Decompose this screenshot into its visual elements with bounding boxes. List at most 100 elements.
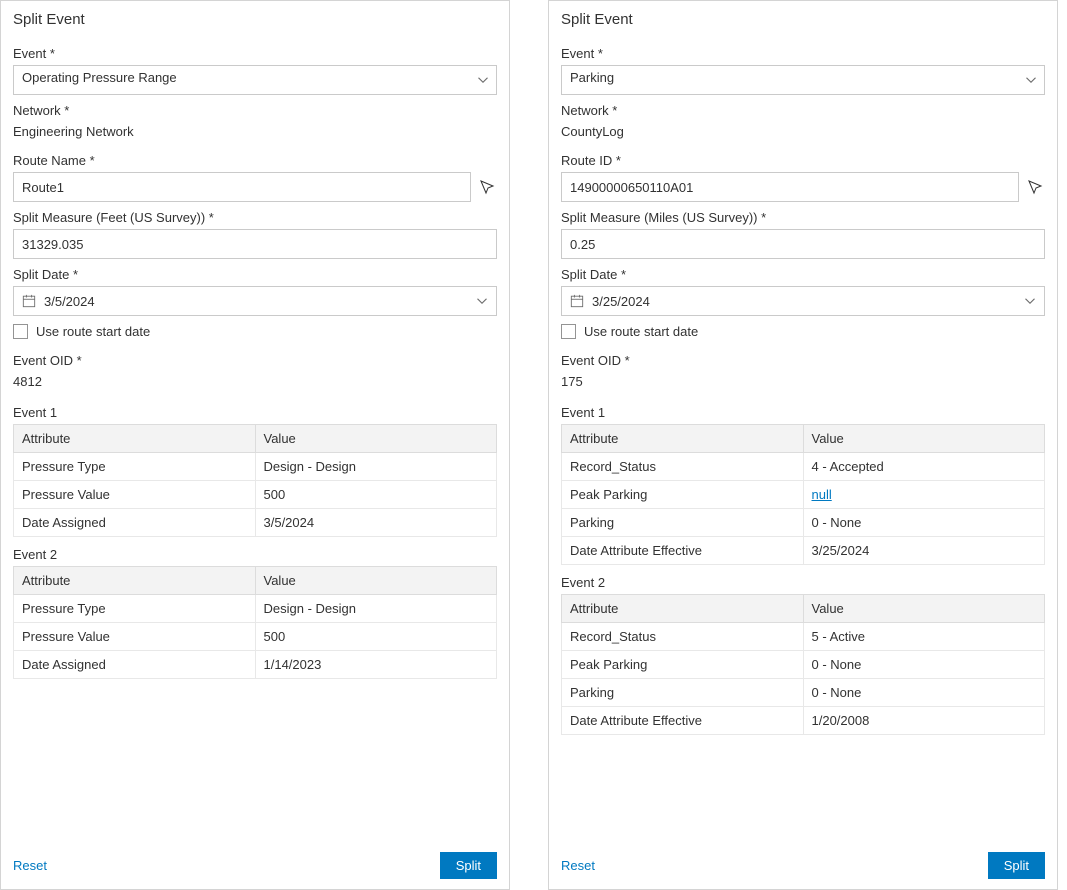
event-select[interactable]: Operating Pressure Range xyxy=(13,65,497,95)
network-value: Engineering Network xyxy=(13,124,497,139)
attribute-header: Attribute xyxy=(14,567,256,595)
route-id-label: Route ID * xyxy=(561,153,1045,168)
attribute-cell: Date Assigned xyxy=(14,509,256,537)
use-route-start-checkbox[interactable] xyxy=(13,324,28,339)
event1-header: Event 1 xyxy=(561,405,1045,420)
value-cell[interactable]: 0 - None xyxy=(803,679,1045,707)
table-row[interactable]: Date Assigned3/5/2024 xyxy=(14,509,497,537)
attribute-cell: Pressure Type xyxy=(14,595,256,623)
value-cell[interactable]: 1/14/2023 xyxy=(255,651,497,679)
attribute-cell: Record_Status xyxy=(562,623,804,651)
value-cell[interactable]: 0 - None xyxy=(803,509,1045,537)
split-event-panel-left: Split Event Event * Operating Pressure R… xyxy=(0,0,510,890)
calendar-icon xyxy=(568,292,586,310)
value-cell[interactable]: null xyxy=(803,481,1045,509)
split-measure-input[interactable] xyxy=(13,229,497,259)
event2-header: Event 2 xyxy=(13,547,497,562)
attribute-cell: Peak Parking xyxy=(562,481,804,509)
event-label: Event * xyxy=(13,46,497,61)
event-oid-value: 175 xyxy=(561,374,1045,389)
event-select-value[interactable]: Parking xyxy=(561,65,1045,95)
value-cell[interactable]: 500 xyxy=(255,481,497,509)
attribute-cell: Pressure Type xyxy=(14,453,256,481)
attribute-header: Attribute xyxy=(14,425,256,453)
select-route-tool-icon[interactable] xyxy=(477,177,497,197)
network-label: Network * xyxy=(561,103,1045,118)
split-button[interactable]: Split xyxy=(988,852,1045,879)
event1-table: Attribute Value Record_Status4 - Accepte… xyxy=(561,424,1045,565)
attribute-cell: Pressure Value xyxy=(14,623,256,651)
table-row[interactable]: Record_Status5 - Active xyxy=(562,623,1045,651)
event2-table: Attribute Value Record_Status5 - ActiveP… xyxy=(561,594,1045,735)
event1-table: Attribute Value Pressure TypeDesign - De… xyxy=(13,424,497,537)
split-date-input[interactable]: 3/5/2024 xyxy=(13,286,497,316)
table-row[interactable]: Parking0 - None xyxy=(562,679,1045,707)
split-measure-label: Split Measure (Miles (US Survey)) * xyxy=(561,210,1045,225)
split-date-label: Split Date * xyxy=(561,267,1045,282)
table-row[interactable]: Pressure Value500 xyxy=(14,623,497,651)
table-row[interactable]: Pressure Value500 xyxy=(14,481,497,509)
select-route-tool-icon[interactable] xyxy=(1025,177,1045,197)
value-header: Value xyxy=(803,425,1045,453)
split-date-input[interactable]: 3/25/2024 xyxy=(561,286,1045,316)
value-header: Value xyxy=(255,567,497,595)
value-cell[interactable]: 500 xyxy=(255,623,497,651)
value-header: Value xyxy=(803,595,1045,623)
value-header: Value xyxy=(255,425,497,453)
table-row[interactable]: Parking0 - None xyxy=(562,509,1045,537)
attribute-cell: Date Attribute Effective xyxy=(562,707,804,735)
table-row[interactable]: Pressure TypeDesign - Design xyxy=(14,595,497,623)
use-route-start-label: Use route start date xyxy=(36,324,150,339)
split-date-value: 3/25/2024 xyxy=(592,294,1014,309)
calendar-icon xyxy=(20,292,38,310)
null-value-link[interactable]: null xyxy=(812,487,832,502)
attribute-cell: Pressure Value xyxy=(14,481,256,509)
event-select-value[interactable]: Operating Pressure Range xyxy=(13,65,497,95)
split-event-panel-right: Split Event Event * Parking Network * Co… xyxy=(548,0,1058,890)
panel-title: Split Event xyxy=(561,11,1045,28)
split-date-label: Split Date * xyxy=(13,267,497,282)
value-cell[interactable]: 3/25/2024 xyxy=(803,537,1045,565)
chevron-down-icon xyxy=(1024,295,1036,307)
chevron-down-icon xyxy=(476,295,488,307)
reset-button[interactable]: Reset xyxy=(13,858,47,873)
event-label: Event * xyxy=(561,46,1045,61)
value-cell[interactable]: Design - Design xyxy=(255,595,497,623)
value-cell[interactable]: 3/5/2024 xyxy=(255,509,497,537)
value-cell[interactable]: 1/20/2008 xyxy=(803,707,1045,735)
attribute-cell: Peak Parking xyxy=(562,651,804,679)
route-name-label: Route Name * xyxy=(13,153,497,168)
table-row[interactable]: Date Assigned1/14/2023 xyxy=(14,651,497,679)
use-route-start-checkbox[interactable] xyxy=(561,324,576,339)
split-measure-input[interactable] xyxy=(561,229,1045,259)
table-row[interactable]: Peak Parking0 - None xyxy=(562,651,1045,679)
event-oid-label: Event OID * xyxy=(561,353,1045,368)
value-cell[interactable]: Design - Design xyxy=(255,453,497,481)
attribute-header: Attribute xyxy=(562,425,804,453)
table-row[interactable]: Record_Status4 - Accepted xyxy=(562,453,1045,481)
attribute-cell: Date Assigned xyxy=(14,651,256,679)
route-id-input[interactable] xyxy=(561,172,1019,202)
attribute-cell: Date Attribute Effective xyxy=(562,537,804,565)
split-date-value: 3/5/2024 xyxy=(44,294,466,309)
attribute-cell: Parking xyxy=(562,509,804,537)
panel-title: Split Event xyxy=(13,11,497,28)
value-cell[interactable]: 0 - None xyxy=(803,651,1045,679)
event-oid-label: Event OID * xyxy=(13,353,497,368)
value-cell[interactable]: 5 - Active xyxy=(803,623,1045,651)
table-row[interactable]: Date Attribute Effective3/25/2024 xyxy=(562,537,1045,565)
event2-table: Attribute Value Pressure TypeDesign - De… xyxy=(13,566,497,679)
table-row[interactable]: Peak Parking null xyxy=(562,481,1045,509)
event2-header: Event 2 xyxy=(561,575,1045,590)
table-row[interactable]: Pressure TypeDesign - Design xyxy=(14,453,497,481)
route-name-input[interactable] xyxy=(13,172,471,202)
attribute-header: Attribute xyxy=(562,595,804,623)
network-value: CountyLog xyxy=(561,124,1045,139)
event-oid-value: 4812 xyxy=(13,374,497,389)
value-cell[interactable]: 4 - Accepted xyxy=(803,453,1045,481)
event1-header: Event 1 xyxy=(13,405,497,420)
event-select[interactable]: Parking xyxy=(561,65,1045,95)
reset-button[interactable]: Reset xyxy=(561,858,595,873)
table-row[interactable]: Date Attribute Effective1/20/2008 xyxy=(562,707,1045,735)
split-button[interactable]: Split xyxy=(440,852,497,879)
